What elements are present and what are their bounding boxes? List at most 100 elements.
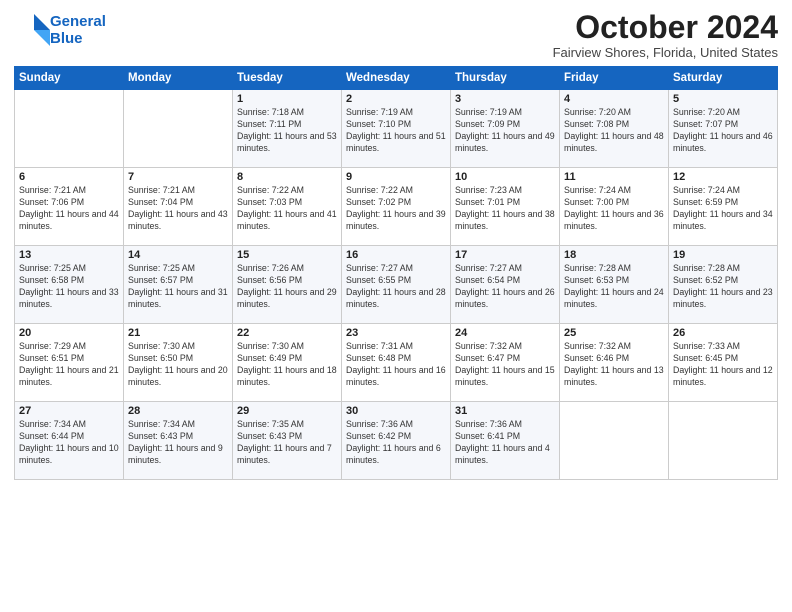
calendar-cell: 11 Sunrise: 7:24 AM Sunset: 7:00 PM Dayli… <box>560 168 669 246</box>
day-number: 17 <box>455 249 555 261</box>
weekday-header-wednesday: Wednesday <box>342 67 451 90</box>
calendar-week-row: 6 Sunrise: 7:21 AM Sunset: 7:06 PM Daylig… <box>15 168 778 246</box>
calendar-cell: 16Sunrise: 7:27 AM Sunset: 6:55 PM Dayli… <box>342 246 451 324</box>
calendar-cell <box>15 90 124 168</box>
location-subtitle: Fairview Shores, Florida, United States <box>553 45 778 60</box>
day-info: Sunrise: 7:32 AM Sunset: 6:46 PM Dayligh… <box>564 341 664 389</box>
day-info: Sunrise: 7:22 AM Sunset: 7:02 PM Dayligh… <box>346 185 446 233</box>
day-number: 8 <box>237 171 337 183</box>
calendar-week-row: 13Sunrise: 7:25 AM Sunset: 6:58 PM Dayli… <box>15 246 778 324</box>
calendar-week-row: 20 Sunrise: 7:29 AM Sunset: 6:51 PM Dayli… <box>15 324 778 402</box>
calendar-cell: 18 Sunrise: 7:28 AM Sunset: 6:53 PM Dayli… <box>560 246 669 324</box>
calendar-table: SundayMondayTuesdayWednesdayThursdayFrid… <box>14 66 778 480</box>
calendar-cell: 4Sunrise: 7:20 AM Sunset: 7:08 PM Daylig… <box>560 90 669 168</box>
calendar-cell: 29 Sunrise: 7:35 AM Sunset: 6:43 PM Dayli… <box>233 402 342 480</box>
page: General Blue October 2024 Fairview Shore… <box>0 0 792 612</box>
day-number: 19 <box>673 249 773 261</box>
calendar-cell: 22Sunrise: 7:30 AM Sunset: 6:49 PM Dayli… <box>233 324 342 402</box>
day-info: Sunrise: 7:28 AM Sunset: 6:53 PM Dayligh… <box>564 263 664 311</box>
day-info: Sunrise: 7:29 AM Sunset: 6:51 PM Dayligh… <box>19 341 119 389</box>
calendar-cell: 28Sunrise: 7:34 AM Sunset: 6:43 PM Dayli… <box>124 402 233 480</box>
calendar-cell: 31 Sunrise: 7:36 AM Sunset: 6:41 PM Dayli… <box>451 402 560 480</box>
calendar-cell: 17 Sunrise: 7:27 AM Sunset: 6:54 PM Dayli… <box>451 246 560 324</box>
calendar-cell: 23Sunrise: 7:31 AM Sunset: 6:48 PM Dayli… <box>342 324 451 402</box>
day-number: 10 <box>455 171 555 183</box>
logo-icon <box>14 10 50 46</box>
day-number: 20 <box>19 327 119 339</box>
day-info: Sunrise: 7:19 AM Sunset: 7:10 PM Dayligh… <box>346 107 446 155</box>
weekday-header-monday: Monday <box>124 67 233 90</box>
calendar-cell: 10 Sunrise: 7:23 AM Sunset: 7:01 PM Dayli… <box>451 168 560 246</box>
day-info: Sunrise: 7:22 AM Sunset: 7:03 PM Dayligh… <box>237 185 337 233</box>
calendar-cell: 24 Sunrise: 7:32 AM Sunset: 6:47 PM Dayli… <box>451 324 560 402</box>
day-info: Sunrise: 7:21 AM Sunset: 7:04 PM Dayligh… <box>128 185 228 233</box>
logo: General Blue <box>14 10 106 51</box>
day-number: 15 <box>237 249 337 261</box>
day-number: 12 <box>673 171 773 183</box>
day-info: Sunrise: 7:30 AM Sunset: 6:50 PM Dayligh… <box>128 341 228 389</box>
calendar-cell: 9 Sunrise: 7:22 AM Sunset: 7:02 PM Daylig… <box>342 168 451 246</box>
day-info: Sunrise: 7:24 AM Sunset: 6:59 PM Dayligh… <box>673 185 773 233</box>
day-number: 31 <box>455 405 555 417</box>
day-info: Sunrise: 7:36 AM Sunset: 6:42 PM Dayligh… <box>346 419 446 467</box>
day-number: 5 <box>673 93 773 105</box>
calendar-week-row: 27Sunrise: 7:34 AM Sunset: 6:44 PM Dayli… <box>15 402 778 480</box>
day-number: 25 <box>564 327 664 339</box>
calendar-cell: 5 Sunrise: 7:20 AM Sunset: 7:07 PM Daylig… <box>669 90 778 168</box>
calendar-cell: 20 Sunrise: 7:29 AM Sunset: 6:51 PM Dayli… <box>15 324 124 402</box>
calendar-cell: 21 Sunrise: 7:30 AM Sunset: 6:50 PM Dayli… <box>124 324 233 402</box>
day-number: 9 <box>346 171 446 183</box>
calendar-cell: 8 Sunrise: 7:22 AM Sunset: 7:03 PM Daylig… <box>233 168 342 246</box>
weekday-header-thursday: Thursday <box>451 67 560 90</box>
calendar-cell: 2 Sunrise: 7:19 AM Sunset: 7:10 PM Daylig… <box>342 90 451 168</box>
day-number: 6 <box>19 171 119 183</box>
day-info: Sunrise: 7:23 AM Sunset: 7:01 PM Dayligh… <box>455 185 555 233</box>
day-number: 2 <box>346 93 446 105</box>
weekday-header-friday: Friday <box>560 67 669 90</box>
calendar-cell: 3Sunrise: 7:19 AM Sunset: 7:09 PM Daylig… <box>451 90 560 168</box>
header: General Blue October 2024 Fairview Shore… <box>14 10 778 60</box>
day-number: 24 <box>455 327 555 339</box>
day-info: Sunrise: 7:35 AM Sunset: 6:43 PM Dayligh… <box>237 419 337 467</box>
calendar-cell: 19Sunrise: 7:28 AM Sunset: 6:52 PM Dayli… <box>669 246 778 324</box>
calendar-cell: 25 Sunrise: 7:32 AM Sunset: 6:46 PM Dayli… <box>560 324 669 402</box>
weekday-header-row: SundayMondayTuesdayWednesdayThursdayFrid… <box>15 67 778 90</box>
day-info: Sunrise: 7:25 AM Sunset: 6:58 PM Dayligh… <box>19 263 119 311</box>
day-number: 30 <box>346 405 446 417</box>
day-info: Sunrise: 7:27 AM Sunset: 6:54 PM Dayligh… <box>455 263 555 311</box>
calendar-cell: 13Sunrise: 7:25 AM Sunset: 6:58 PM Dayli… <box>15 246 124 324</box>
day-number: 21 <box>128 327 228 339</box>
calendar-cell: 12 Sunrise: 7:24 AM Sunset: 6:59 PM Dayli… <box>669 168 778 246</box>
calendar-week-row: 1Sunrise: 7:18 AM Sunset: 7:11 PM Daylig… <box>15 90 778 168</box>
calendar-cell <box>560 402 669 480</box>
month-title: October 2024 <box>553 10 778 45</box>
weekday-header-tuesday: Tuesday <box>233 67 342 90</box>
calendar-cell <box>669 402 778 480</box>
day-info: Sunrise: 7:24 AM Sunset: 7:00 PM Dayligh… <box>564 185 664 233</box>
day-info: Sunrise: 7:32 AM Sunset: 6:47 PM Dayligh… <box>455 341 555 389</box>
day-number: 23 <box>346 327 446 339</box>
calendar-cell: 30 Sunrise: 7:36 AM Sunset: 6:42 PM Dayli… <box>342 402 451 480</box>
day-number: 14 <box>128 249 228 261</box>
day-number: 11 <box>564 171 664 183</box>
calendar-cell: 15 Sunrise: 7:26 AM Sunset: 6:56 PM Dayli… <box>233 246 342 324</box>
day-info: Sunrise: 7:21 AM Sunset: 7:06 PM Dayligh… <box>19 185 119 233</box>
title-block: October 2024 Fairview Shores, Florida, U… <box>553 10 778 60</box>
calendar-cell: 26Sunrise: 7:33 AM Sunset: 6:45 PM Dayli… <box>669 324 778 402</box>
day-number: 18 <box>564 249 664 261</box>
calendar-cell: 6 Sunrise: 7:21 AM Sunset: 7:06 PM Daylig… <box>15 168 124 246</box>
day-info: Sunrise: 7:19 AM Sunset: 7:09 PM Dayligh… <box>455 107 555 155</box>
day-info: Sunrise: 7:18 AM Sunset: 7:11 PM Dayligh… <box>237 107 337 155</box>
day-info: Sunrise: 7:26 AM Sunset: 6:56 PM Dayligh… <box>237 263 337 311</box>
day-info: Sunrise: 7:36 AM Sunset: 6:41 PM Dayligh… <box>455 419 555 467</box>
day-info: Sunrise: 7:25 AM Sunset: 6:57 PM Dayligh… <box>128 263 228 311</box>
calendar-cell: 27Sunrise: 7:34 AM Sunset: 6:44 PM Dayli… <box>15 402 124 480</box>
day-number: 16 <box>346 249 446 261</box>
day-number: 7 <box>128 171 228 183</box>
day-number: 29 <box>237 405 337 417</box>
day-info: Sunrise: 7:20 AM Sunset: 7:07 PM Dayligh… <box>673 107 773 155</box>
calendar-cell: 14 Sunrise: 7:25 AM Sunset: 6:57 PM Dayli… <box>124 246 233 324</box>
calendar-cell: 1Sunrise: 7:18 AM Sunset: 7:11 PM Daylig… <box>233 90 342 168</box>
day-number: 4 <box>564 93 664 105</box>
day-info: Sunrise: 7:34 AM Sunset: 6:44 PM Dayligh… <box>19 419 119 467</box>
